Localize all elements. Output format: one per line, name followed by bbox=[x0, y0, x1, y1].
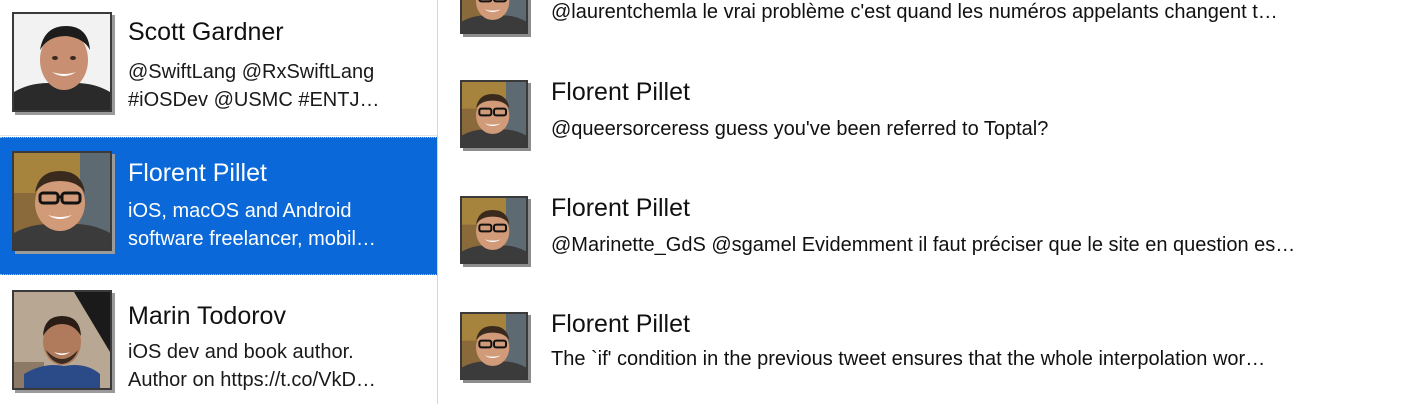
user-bio: @SwiftLang @RxSwiftLang #iOSDev @USMC #E… bbox=[128, 58, 424, 114]
tweet-item[interactable]: @laurentchemla le vrai problème c'est qu… bbox=[439, 0, 1420, 36]
user-name: Marin Todorov bbox=[128, 302, 286, 330]
user-row-selected[interactable]: Florent Pillet iOS, macOS and Android so… bbox=[0, 137, 437, 275]
tweet-author: Florent Pillet bbox=[551, 194, 690, 222]
user-bio-line: software freelancer, mobil… bbox=[128, 228, 376, 250]
tweet-text: @queersorceress guess you've been referr… bbox=[551, 118, 1049, 140]
avatar bbox=[12, 151, 112, 251]
user-bio-line: Author on https://t.co/VkD… bbox=[128, 369, 376, 391]
avatar bbox=[460, 0, 528, 34]
user-name: Scott Gardner bbox=[128, 18, 284, 46]
user-row[interactable]: Scott Gardner @SwiftLang @RxSwiftLang #i… bbox=[0, 0, 437, 136]
tweet-author: Florent Pillet bbox=[551, 78, 690, 106]
avatar bbox=[460, 312, 528, 380]
user-bio: iOS, macOS and Android software freelanc… bbox=[128, 197, 424, 253]
user-list[interactable]: Scott Gardner @SwiftLang @RxSwiftLang #i… bbox=[0, 0, 438, 404]
tweet-item[interactable]: Florent Pillet The `if' condition in the… bbox=[439, 296, 1420, 404]
tweet-text: @Marinette_GdS @sgamel Evidemment il fau… bbox=[551, 234, 1296, 256]
app-window: Scott Gardner @SwiftLang @RxSwiftLang #i… bbox=[0, 0, 1420, 404]
tweet-text: The `if' condition in the previous tweet… bbox=[551, 348, 1266, 370]
user-bio-line: iOS, macOS and Android bbox=[128, 200, 352, 222]
avatar bbox=[12, 290, 112, 390]
user-bio-line: #iOSDev @USMC #ENTJ… bbox=[128, 89, 380, 111]
user-bio-line: @SwiftLang @RxSwiftLang bbox=[128, 61, 375, 83]
tweet-item[interactable]: Florent Pillet @queersorceress guess you… bbox=[439, 64, 1420, 180]
user-name: Florent Pillet bbox=[128, 159, 267, 187]
avatar bbox=[460, 80, 528, 148]
tweet-author: Florent Pillet bbox=[551, 310, 690, 338]
tweet-item[interactable]: Florent Pillet @Marinette_GdS @sgamel Ev… bbox=[439, 180, 1420, 296]
tweet-text: @laurentchemla le vrai problème c'est qu… bbox=[551, 1, 1278, 23]
avatar bbox=[460, 196, 528, 264]
user-bio: iOS dev and book author. Author on https… bbox=[128, 338, 424, 394]
avatar bbox=[12, 12, 112, 112]
user-row[interactable]: Marin Todorov iOS dev and book author. A… bbox=[0, 276, 437, 404]
tweet-timeline[interactable]: @laurentchemla le vrai problème c'est qu… bbox=[439, 0, 1420, 404]
user-bio-line: iOS dev and book author. bbox=[128, 341, 354, 363]
